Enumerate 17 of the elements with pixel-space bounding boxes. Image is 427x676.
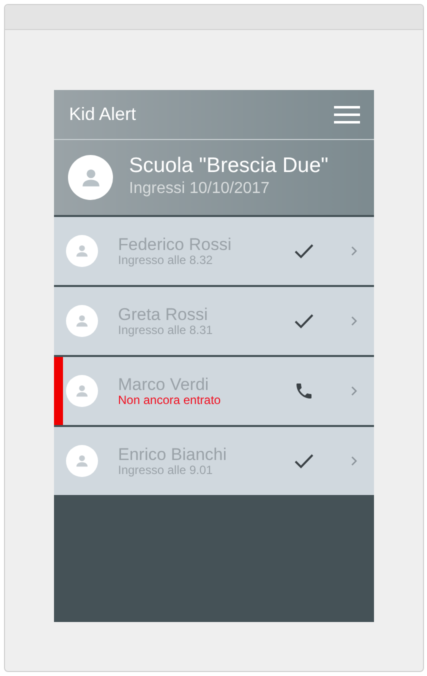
school-subtitle: Ingressi 10/10/2017 <box>129 179 271 200</box>
person-icon <box>74 383 90 399</box>
chevron-right-icon <box>350 455 358 467</box>
checkmark-icon <box>294 243 314 259</box>
chevron-right-icon <box>350 245 358 257</box>
phone-icon[interactable] <box>294 381 314 401</box>
chevron-right-icon <box>350 315 358 327</box>
entry-status: Non ancora entrato <box>118 394 222 406</box>
chevron-right-icon <box>350 385 358 397</box>
app-title: Kid Alert <box>69 103 136 126</box>
person-icon <box>74 313 90 329</box>
menu-icon[interactable] <box>334 104 360 124</box>
school-name: Scuola "Brescia Due" <box>129 154 328 178</box>
checkmark-icon <box>294 453 314 469</box>
person-icon <box>74 453 90 469</box>
checkmark-icon <box>294 313 314 329</box>
person-icon <box>74 243 90 259</box>
